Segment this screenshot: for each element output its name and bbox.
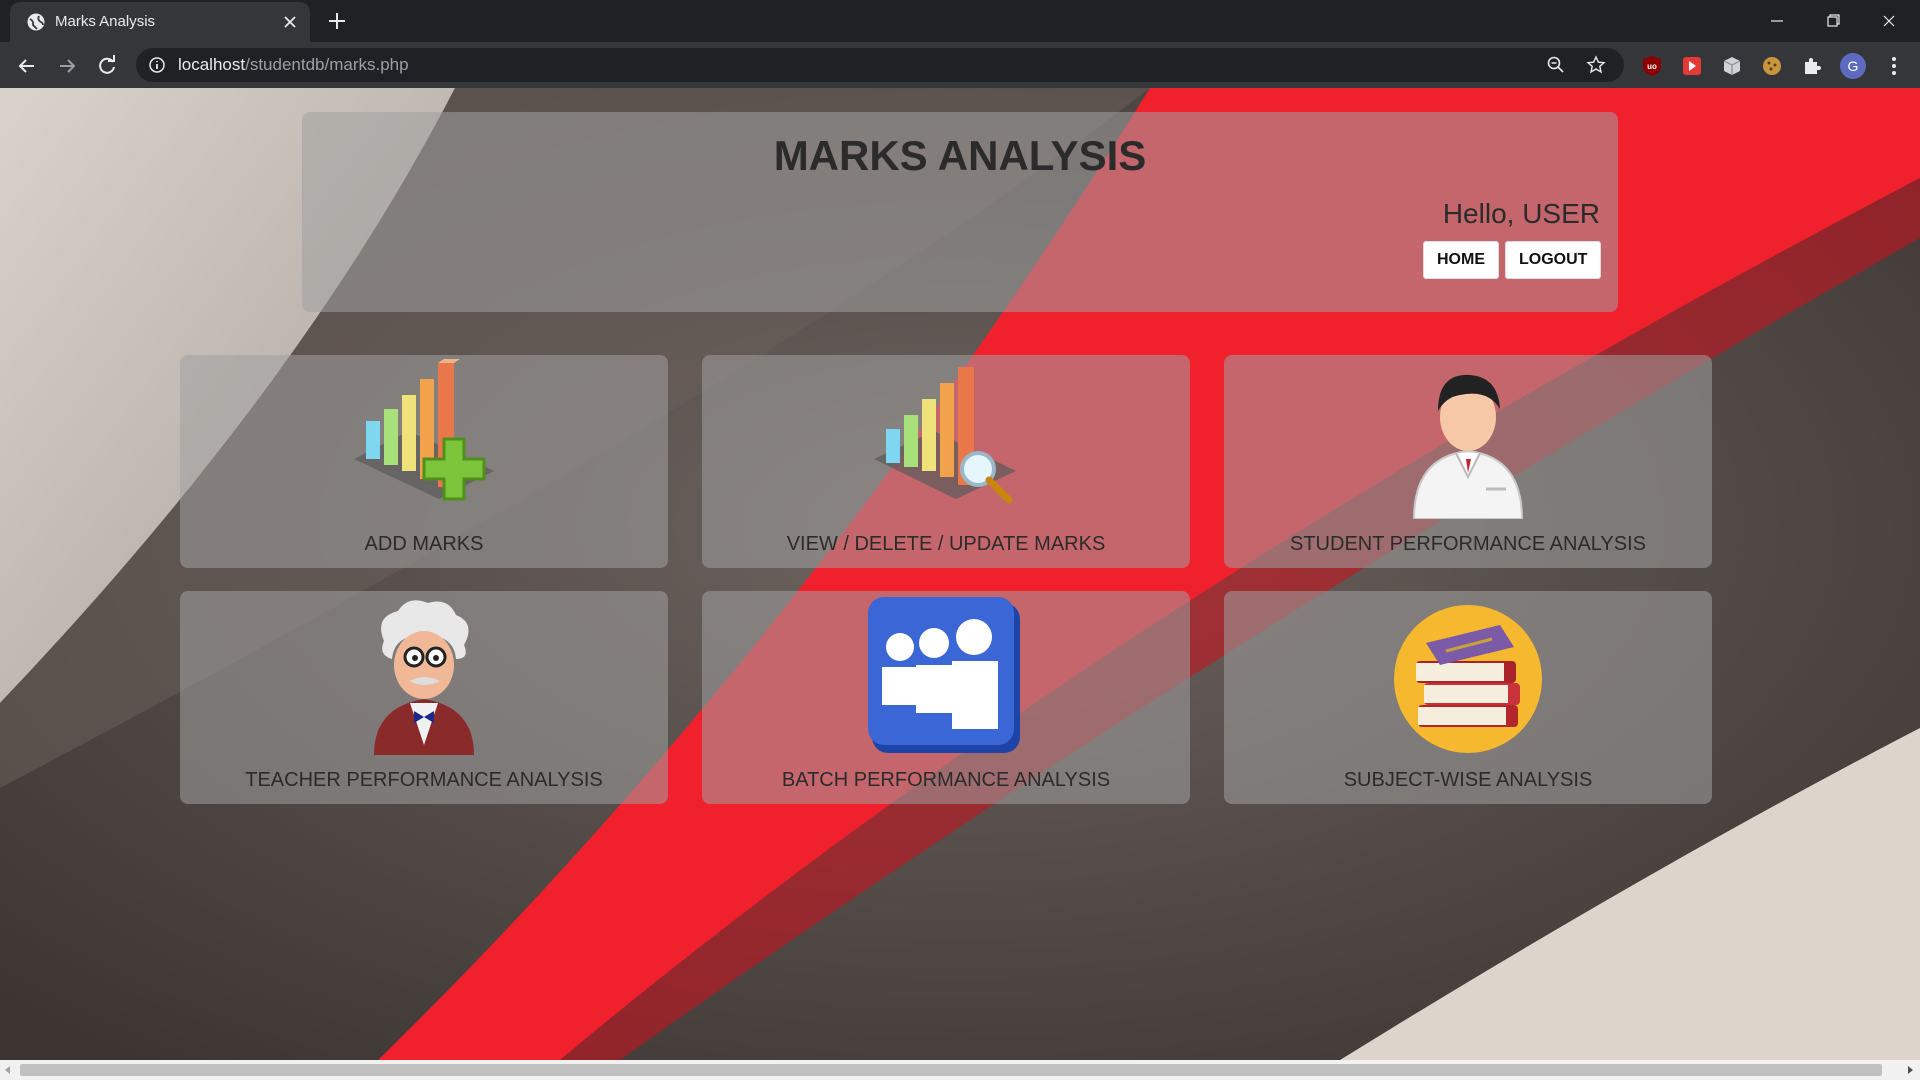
forward-arrow-icon[interactable] xyxy=(54,53,80,79)
window-close-icon[interactable] xyxy=(1866,6,1912,36)
address-bar[interactable]: localhost/studentdb/marks.php xyxy=(136,48,1624,82)
browser-tab[interactable]: Marks Analysis xyxy=(10,2,310,42)
books-stack-icon xyxy=(1394,605,1542,753)
subject-wise-analysis-card[interactable]: SUBJECT-WISE ANALYSIS xyxy=(1224,591,1712,804)
url-text: localhost/studentdb/marks.php xyxy=(178,55,409,75)
profile-avatar[interactable]: G xyxy=(1840,53,1866,79)
globe-icon xyxy=(27,13,45,31)
card-label: VIEW / DELETE / UPDATE MARKS xyxy=(786,533,1106,555)
scroll-left-arrow-icon[interactable] xyxy=(2,1064,14,1076)
browser-tab-bar: Marks Analysis xyxy=(0,0,1920,42)
horizontal-scrollbar[interactable] xyxy=(0,1060,1920,1080)
group-people-icon xyxy=(868,597,1020,753)
new-tab-icon[interactable] xyxy=(326,10,348,32)
zoom-icon[interactable] xyxy=(1546,55,1566,75)
more-menu-icon[interactable] xyxy=(1884,54,1904,78)
restore-icon[interactable] xyxy=(1810,6,1856,36)
svg-text:uo: uo xyxy=(1647,62,1657,71)
url-host: localhost xyxy=(178,55,246,74)
cube-extension-icon[interactable] xyxy=(1720,54,1744,78)
bar-chart-add-icon xyxy=(354,359,494,501)
page-title: MARKS ANALYSIS xyxy=(773,132,1147,179)
card-label: BATCH PERFORMANCE ANALYSIS xyxy=(781,769,1111,791)
page-viewport: MARKS ANALYSIS Hello, USER HOME LOGOUT A… xyxy=(0,88,1920,1060)
reload-icon[interactable] xyxy=(94,53,120,79)
browser-toolbar: localhost/studentdb/marks.php uo G xyxy=(0,42,1920,88)
scrollbar-thumb[interactable] xyxy=(20,1064,1882,1076)
logout-button[interactable]: LOGOUT xyxy=(1505,241,1601,279)
teacher-performance-analysis-card[interactable]: TEACHER PERFORMANCE ANALYSIS xyxy=(180,591,668,804)
header-panel: MARKS ANALYSIS Hello, USER HOME LOGOUT xyxy=(302,112,1618,312)
card-label: STUDENT PERFORMANCE ANALYSIS xyxy=(1290,533,1646,555)
bookmark-star-icon[interactable] xyxy=(1586,55,1606,75)
minimize-icon[interactable] xyxy=(1754,6,1800,36)
view-delete-update-marks-card[interactable]: VIEW / DELETE / UPDATE MARKS xyxy=(702,355,1190,568)
professor-avatar-icon xyxy=(374,600,474,755)
video-extension-icon[interactable] xyxy=(1680,54,1704,78)
add-marks-card[interactable]: ADD MARKS xyxy=(180,355,668,568)
batch-performance-analysis-card[interactable]: BATCH PERFORMANCE ANALYSIS xyxy=(702,591,1190,804)
puzzle-extensions-icon[interactable] xyxy=(1800,54,1824,78)
scroll-right-arrow-icon[interactable] xyxy=(1904,1064,1916,1076)
home-button[interactable]: HOME xyxy=(1423,241,1499,279)
user-greeting: Hello, USER xyxy=(1442,198,1600,229)
ublock-extension-icon[interactable]: uo xyxy=(1640,54,1664,78)
url-path: /studentdb/marks.php xyxy=(245,55,409,74)
card-label: TEACHER PERFORMANCE ANALYSIS xyxy=(245,769,603,791)
student-avatar-icon xyxy=(1412,374,1524,519)
student-performance-analysis-card[interactable]: STUDENT PERFORMANCE ANALYSIS xyxy=(1224,355,1712,568)
bar-chart-search-icon xyxy=(874,367,1016,504)
card-label: SUBJECT-WISE ANALYSIS xyxy=(1343,769,1593,791)
close-tab-icon[interactable] xyxy=(280,12,300,32)
cookie-extension-icon[interactable] xyxy=(1760,54,1784,78)
back-arrow-icon[interactable] xyxy=(14,53,40,79)
card-label: ADD MARKS xyxy=(364,533,484,555)
tab-title: Marks Analysis xyxy=(55,13,156,30)
info-icon[interactable] xyxy=(148,56,166,74)
